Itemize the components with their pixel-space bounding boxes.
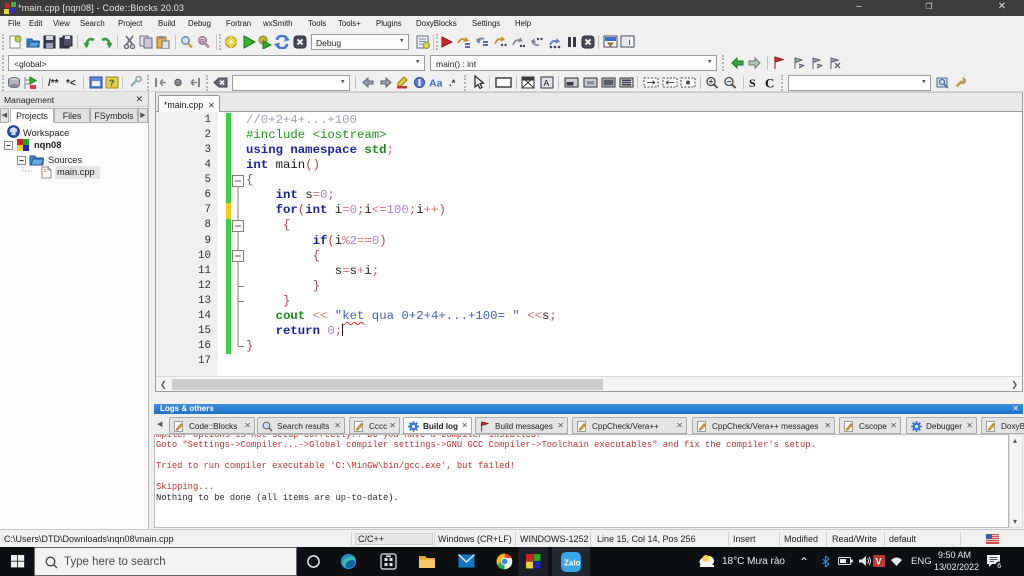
svg-text:?: ? <box>109 78 115 88</box>
svg-text:Zalo: Zalo <box>564 559 581 568</box>
svg-text:C: C <box>765 76 774 91</box>
svg-text:S: S <box>749 76 756 90</box>
svg-text:/**: /** <box>48 78 59 89</box>
svg-text:*<: *< <box>66 78 76 89</box>
svg-text:V: V <box>876 557 882 567</box>
svg-text:i: i <box>629 37 631 47</box>
svg-text:Aa: Aa <box>429 78 443 90</box>
svg-text:R: R <box>200 39 205 46</box>
svg-text:.*: .* <box>449 78 456 89</box>
svg-text:A: A <box>544 78 550 88</box>
svg-text:6: 6 <box>997 563 1001 569</box>
